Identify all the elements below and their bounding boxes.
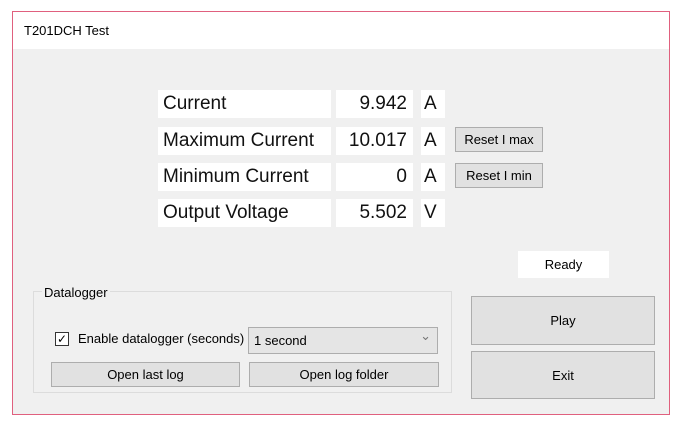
reset-imax-button[interactable]: Reset I max [455, 127, 543, 152]
max-current-label: Maximum Current [158, 127, 331, 155]
current-value: 9.942 [336, 90, 413, 118]
interval-select[interactable]: 1 second ⌄ [248, 327, 438, 354]
open-last-log-button[interactable]: Open last log [51, 362, 240, 387]
chevron-down-icon: ⌄ [420, 328, 431, 343]
datalogger-group-title: Datalogger [42, 285, 110, 300]
min-current-label: Minimum Current [158, 163, 331, 191]
enable-datalogger-label[interactable]: Enable datalogger (seconds) [78, 331, 244, 346]
max-current-value: 10.017 [336, 127, 413, 155]
output-voltage-value: 5.502 [336, 199, 413, 227]
output-voltage-label: Output Voltage [158, 199, 331, 227]
interval-select-value: 1 second [254, 333, 307, 348]
status-label: Ready [518, 251, 609, 278]
current-unit: A [421, 90, 445, 118]
output-voltage-unit: V [421, 199, 445, 227]
open-log-folder-button[interactable]: Open log folder [249, 362, 439, 387]
window-title: T201DCH Test [13, 12, 669, 49]
enable-datalogger-checkbox[interactable]: ✓ [55, 332, 69, 346]
max-current-unit: A [421, 127, 445, 155]
min-current-unit: A [421, 163, 445, 191]
play-button[interactable]: Play [471, 296, 655, 345]
min-current-value: 0 [336, 163, 413, 191]
reset-imin-button[interactable]: Reset I min [455, 163, 543, 188]
exit-button[interactable]: Exit [471, 351, 655, 399]
current-label: Current [158, 90, 331, 118]
